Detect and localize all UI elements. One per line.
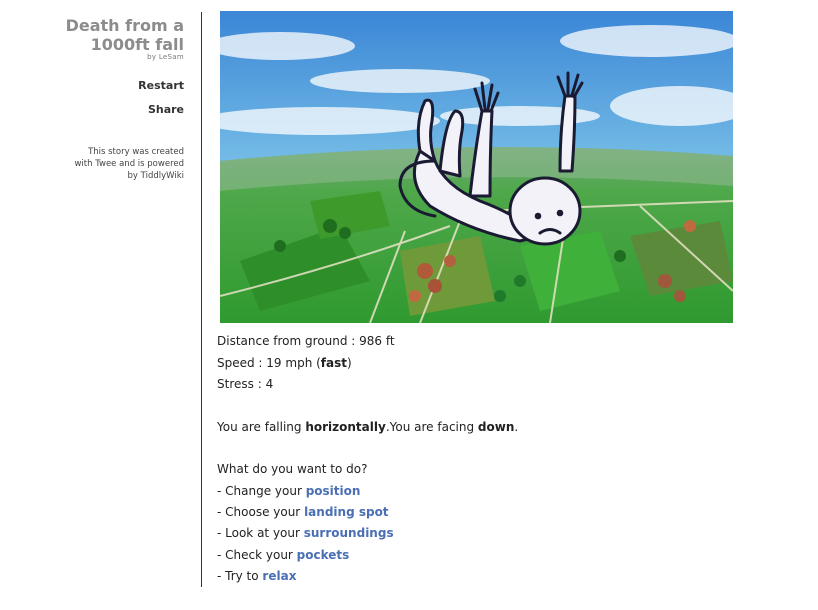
falling-character-illustration [220, 11, 733, 323]
orientation-middle: .You are facing [385, 420, 478, 434]
landing-spot-link[interactable]: landing spot [304, 505, 388, 519]
choice-landing-spot: - Choose your landing spot [217, 504, 389, 520]
credits-line2: with Twee and is powered [74, 159, 184, 169]
choice-prefix: - Look at your [217, 526, 304, 540]
speed-close: ) [347, 356, 352, 370]
choice-prefix: - Change your [217, 484, 306, 498]
orientation-suffix: . [514, 420, 519, 434]
credits-line1: This story was created [88, 147, 184, 157]
orientation-line: You are falling horizontally.You are fac… [217, 419, 518, 435]
illustration-svg [220, 11, 733, 323]
credits-line3: by TiddlyWiki [127, 171, 184, 181]
speed-label: Speed : [217, 356, 267, 370]
stress-value: 4 [265, 377, 274, 391]
speed-descriptor: fast [320, 356, 347, 370]
stress-label: Stress : [217, 377, 266, 391]
choice-prefix: - Check your [217, 548, 297, 562]
choice-relax: - Try to relax [217, 568, 296, 584]
choice-prefix: - Try to [217, 569, 263, 583]
position-link[interactable]: position [306, 484, 361, 498]
relax-link[interactable]: relax [262, 569, 296, 583]
story-title-line1: Death from a [65, 16, 184, 35]
story-title-line2: 1000ft fall [90, 35, 184, 54]
speed-line: Speed : 19 mph (fast) [217, 355, 352, 371]
story-author: by LeSam [147, 53, 184, 61]
fall-mode: horizontally [305, 420, 386, 434]
distance-line: Distance from ground : 986 ft [217, 333, 395, 349]
restart-link[interactable]: Restart [138, 79, 184, 92]
speed-value: 19 mph ( [266, 356, 321, 370]
distance-value: 986 ft [359, 334, 395, 348]
prompt-text: What do you want to do? [217, 462, 368, 476]
story-title: Death from a 1000ft fall [0, 16, 184, 54]
choice-pockets: - Check your pockets [217, 547, 349, 563]
surroundings-link[interactable]: surroundings [304, 526, 394, 540]
credits: This story was created with Twee and is … [34, 146, 184, 182]
share-link[interactable]: Share [148, 103, 184, 116]
orientation-prefix: You are falling [217, 420, 306, 434]
pockets-link[interactable]: pockets [297, 548, 350, 562]
distance-label: Distance from ground : [217, 334, 360, 348]
choice-position: - Change your position [217, 483, 360, 499]
facing-direction: down [477, 420, 515, 434]
sidebar-divider [201, 12, 202, 587]
choice-surroundings: - Look at your surroundings [217, 525, 394, 541]
stress-line: Stress : 4 [217, 376, 273, 392]
choice-prefix: - Choose your [217, 505, 305, 519]
